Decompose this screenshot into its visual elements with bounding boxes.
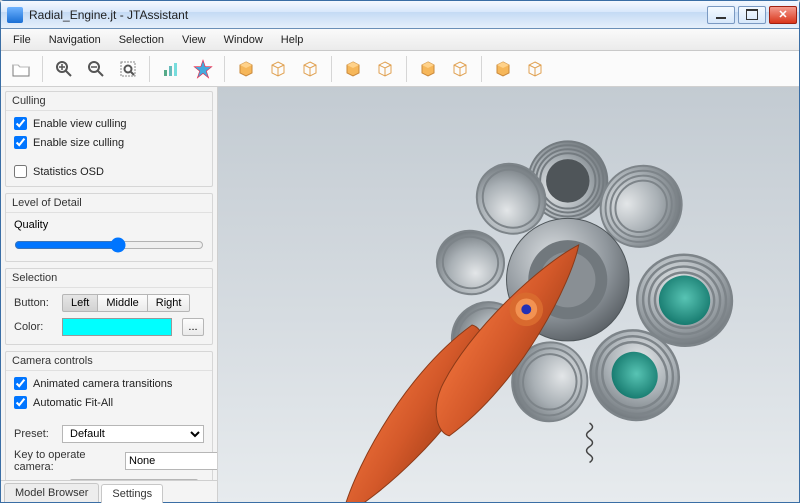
3d-viewport[interactable] — [218, 87, 799, 502]
lod-group: Level of Detail Quality — [5, 193, 213, 262]
preset-label: Preset: — [14, 428, 56, 440]
preset-select[interactable]: Default — [62, 425, 204, 443]
zoom-out-icon[interactable] — [82, 55, 110, 83]
cube-wire-4-icon[interactable] — [446, 55, 474, 83]
culling-group: Culling Enable view culling Enable size … — [5, 91, 213, 187]
zoom-fit-icon[interactable] — [114, 55, 142, 83]
open-file-icon[interactable] — [7, 55, 35, 83]
menu-help[interactable]: Help — [273, 32, 312, 48]
titlebar: Radial_Engine.jt - JTAssistant — [1, 1, 799, 29]
quality-slider[interactable] — [14, 237, 204, 253]
cube-solid-icon[interactable] — [232, 55, 260, 83]
selection-middle-button[interactable]: Middle — [98, 294, 147, 312]
animated-transitions-checkbox[interactable]: Animated camera transitions — [14, 377, 204, 390]
selection-color-field[interactable] — [62, 318, 172, 336]
menu-file[interactable]: File — [5, 32, 39, 48]
cube-solid-3-icon[interactable] — [414, 55, 442, 83]
cube-wire-2-icon[interactable] — [296, 55, 324, 83]
selection-button-label: Button: — [14, 297, 56, 309]
app-icon — [7, 7, 23, 23]
culling-title: Culling — [6, 92, 212, 111]
window-title: Radial_Engine.jt - JTAssistant — [29, 8, 707, 22]
tab-model-browser[interactable]: Model Browser — [4, 483, 99, 502]
close-button[interactable] — [769, 6, 797, 24]
size-culling-checkbox[interactable]: Enable size culling — [14, 136, 204, 149]
menu-window[interactable]: Window — [216, 32, 271, 48]
auto-fitall-checkbox[interactable]: Automatic Fit-All — [14, 396, 204, 409]
selection-right-button[interactable]: Right — [148, 294, 191, 312]
selection-left-button[interactable]: Left — [62, 294, 98, 312]
cube-solid-2-icon[interactable] — [339, 55, 367, 83]
camera-key-label: Key to operate camera: — [14, 449, 119, 473]
zoom-in-icon[interactable] — [50, 55, 78, 83]
selection-color-label: Color: — [14, 321, 56, 333]
color-picker-button[interactable]: ... — [182, 318, 204, 336]
selection-title: Selection — [6, 269, 212, 288]
toolbar — [1, 51, 799, 87]
cube-solid-4-icon[interactable] — [489, 55, 517, 83]
radial-engine-model — [218, 87, 799, 502]
color-star-icon[interactable] — [189, 55, 217, 83]
camera-group: Camera controls Animated camera transiti… — [5, 351, 213, 480]
maximize-button[interactable] — [738, 6, 766, 24]
menu-selection[interactable]: Selection — [111, 32, 172, 48]
selection-button-group: Left Middle Right — [62, 294, 190, 312]
camera-title: Camera controls — [6, 352, 212, 371]
menu-navigation[interactable]: Navigation — [41, 32, 109, 48]
view-culling-checkbox[interactable]: Enable view culling — [14, 117, 204, 130]
statistics-osd-checkbox[interactable]: Statistics OSD — [14, 165, 204, 178]
lod-title: Level of Detail — [6, 194, 212, 213]
selection-group: Selection Button: Left Middle Right Colo… — [5, 268, 213, 345]
quality-label: Quality — [14, 219, 204, 231]
minimize-button[interactable] — [707, 6, 735, 24]
menubar: File Navigation Selection View Window He… — [1, 29, 799, 51]
cube-wire-3-icon[interactable] — [371, 55, 399, 83]
menu-view[interactable]: View — [174, 32, 214, 48]
sidebar-tabs: Model Browser Settings — [1, 480, 217, 502]
statistics-icon[interactable] — [157, 55, 185, 83]
cube-wire-5-icon[interactable] — [521, 55, 549, 83]
camera-key-input[interactable] — [125, 452, 217, 470]
tab-settings[interactable]: Settings — [101, 484, 163, 503]
cube-wire-1-icon[interactable] — [264, 55, 292, 83]
sidebar: Culling Enable view culling Enable size … — [1, 87, 218, 502]
